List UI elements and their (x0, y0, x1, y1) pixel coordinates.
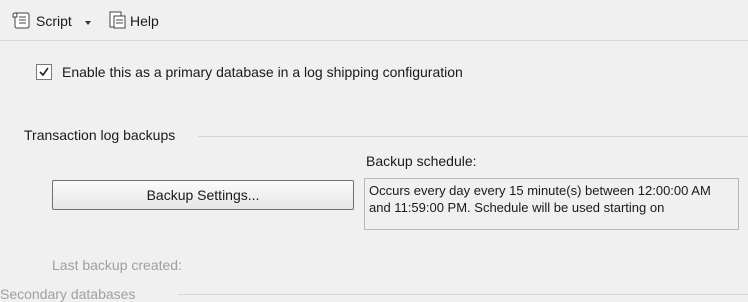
last-backup-label: Last backup created: (52, 257, 182, 273)
help-icon (108, 11, 126, 32)
checkmark-icon (39, 67, 49, 77)
secondary-databases-title: Secondary databases (0, 286, 136, 302)
transaction-log-backups-separator (198, 136, 748, 137)
secondary-databases-separator (178, 294, 748, 295)
script-label: Script (36, 13, 72, 29)
help-button[interactable]: Help (108, 11, 159, 32)
enable-primary-checkbox[interactable] (36, 64, 52, 80)
backup-schedule-label: Backup schedule: (366, 153, 477, 169)
dropdown-arrow-icon (84, 13, 92, 29)
backup-settings-button[interactable]: Backup Settings... (52, 180, 354, 210)
backup-schedule-text[interactable]: Occurs every day every 15 minute(s) betw… (364, 178, 739, 230)
toolbar-divider (0, 40, 748, 41)
help-label: Help (130, 13, 159, 29)
script-icon (12, 11, 32, 32)
script-dropdown-button[interactable]: Script (12, 11, 92, 32)
transaction-log-backups-title: Transaction log backups (24, 127, 176, 143)
toolbar: Script Help (0, 0, 748, 40)
enable-primary-label[interactable]: Enable this as a primary database in a l… (62, 64, 463, 80)
